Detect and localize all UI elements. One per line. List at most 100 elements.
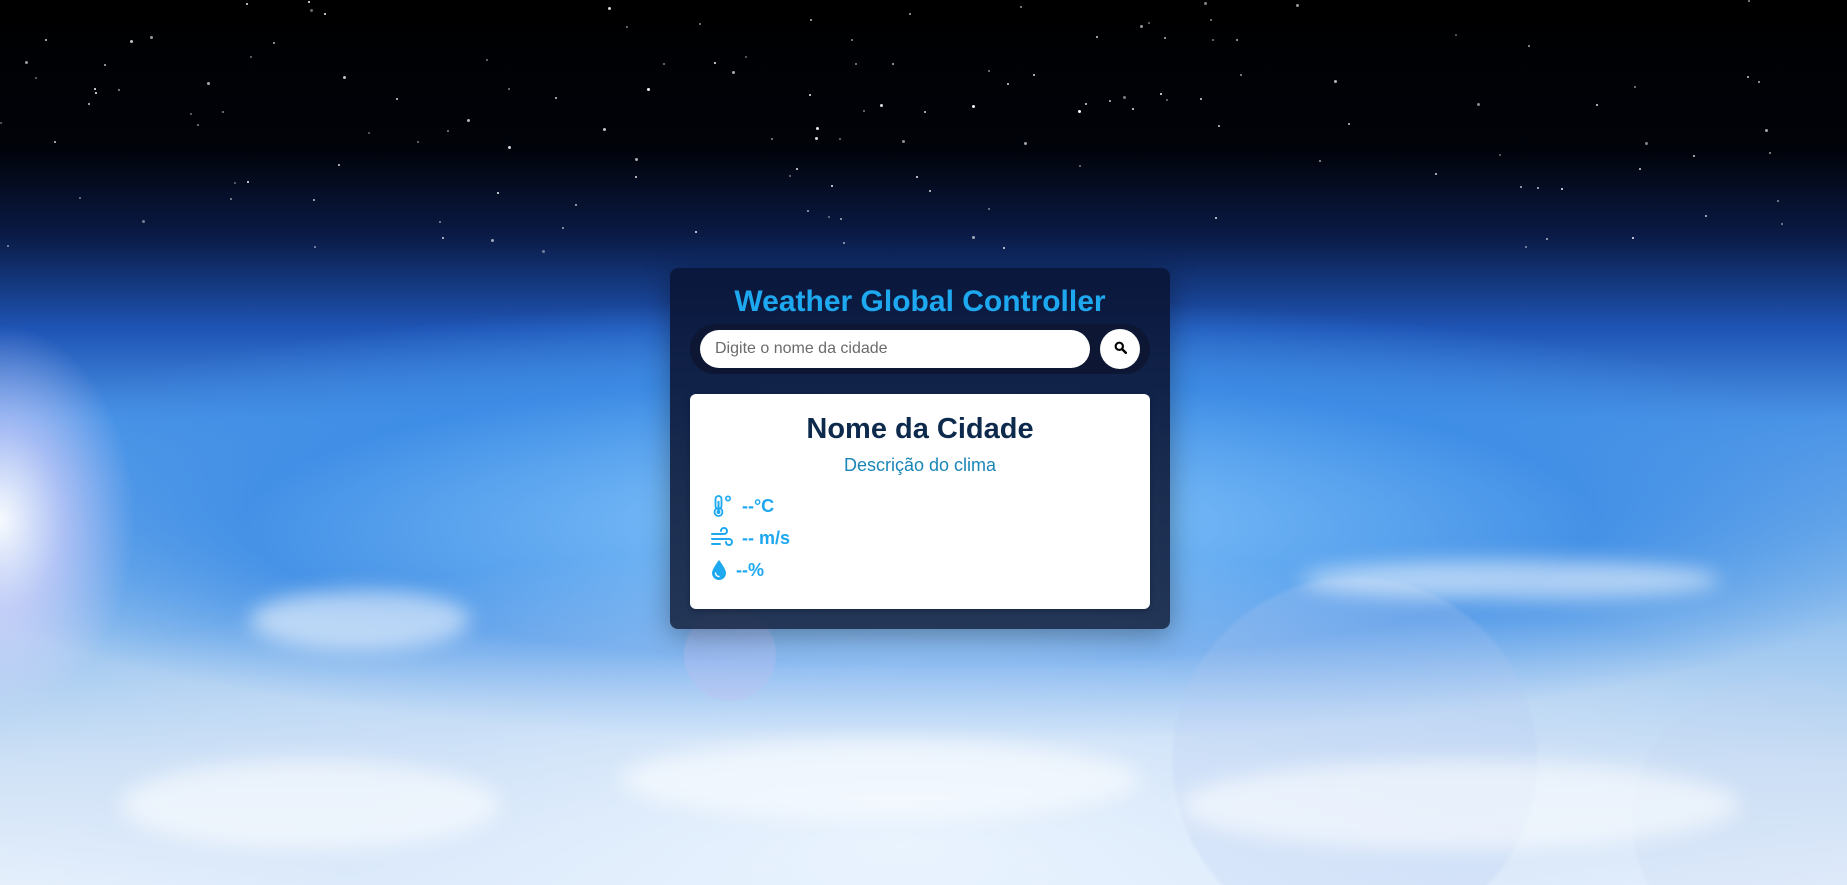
star-dot	[1645, 142, 1649, 146]
star-dot	[1638, 167, 1641, 170]
star-dot	[95, 92, 98, 95]
star-dot	[1454, 34, 1457, 37]
star-dot	[1204, 1, 1208, 5]
star-dot	[908, 13, 911, 15]
star-dot	[1200, 97, 1203, 100]
water-drop-icon	[710, 559, 728, 581]
star-dot	[1527, 44, 1530, 47]
star-dot	[929, 189, 932, 192]
star-dot	[554, 96, 557, 99]
star-dot	[310, 9, 314, 13]
star-dot	[497, 191, 500, 194]
star-dot	[1536, 186, 1539, 189]
star-dot	[446, 130, 449, 133]
star-dot	[1765, 128, 1769, 132]
star-dot	[1596, 103, 1599, 106]
star-dot	[246, 180, 249, 183]
star-dot	[312, 198, 315, 201]
star-dot	[695, 230, 698, 233]
star-dot	[35, 77, 38, 80]
star-dot	[1095, 35, 1098, 38]
star-dot	[1077, 110, 1081, 114]
star-dot	[807, 209, 810, 212]
weather-panel: Weather Global Controller Nome da Cidade…	[670, 268, 1170, 629]
star-dot	[1435, 173, 1438, 176]
star-dot	[561, 226, 564, 229]
star-dot	[338, 164, 341, 167]
star-dot	[1769, 152, 1772, 155]
star-dot	[815, 137, 819, 141]
star-dot	[988, 207, 991, 210]
cloud-decoration	[1180, 760, 1740, 850]
star-dot	[1020, 6, 1023, 9]
app-title: Weather Global Controller	[734, 285, 1106, 318]
star-dot	[395, 98, 398, 101]
city-search-input[interactable]	[700, 330, 1090, 368]
star-dot	[971, 235, 975, 239]
star-dot	[647, 87, 651, 91]
star-dot	[1560, 187, 1563, 190]
star-dot	[1746, 75, 1749, 78]
star-dot	[808, 94, 811, 97]
star-dot	[830, 184, 833, 187]
star-dot	[839, 218, 842, 221]
weather-metrics: --°C -- m/s --%	[710, 490, 1130, 586]
star-dot	[230, 198, 233, 201]
star-dot	[508, 88, 511, 91]
star-dot	[508, 146, 512, 150]
star-dot	[307, 0, 310, 3]
star-dot	[246, 3, 249, 6]
star-dot	[541, 249, 545, 253]
star-dot	[1333, 79, 1337, 83]
star-dot	[439, 221, 442, 224]
star-dot	[490, 239, 494, 243]
star-dot	[892, 62, 894, 65]
star-dot	[863, 110, 866, 113]
humidity-value: --%	[736, 559, 764, 580]
star-dot	[879, 103, 883, 107]
star-dot	[1164, 36, 1166, 39]
star-dot	[699, 22, 702, 25]
star-dot	[987, 69, 990, 72]
star-dot	[662, 62, 665, 65]
weather-description: Descrição do clima	[843, 455, 997, 475]
search-bar	[690, 324, 1150, 374]
star-dot	[485, 59, 488, 62]
star-dot	[827, 215, 830, 218]
wind-icon	[710, 526, 734, 550]
humidity-row: --%	[710, 554, 1130, 586]
star-dot	[574, 204, 577, 207]
star-dot	[810, 18, 813, 21]
star-dot	[342, 76, 346, 79]
star-dot	[714, 62, 717, 65]
star-dot	[1705, 215, 1708, 218]
star-dot	[1236, 39, 1239, 42]
star-dot	[915, 175, 918, 178]
star-dot	[1240, 73, 1243, 76]
star-dot	[625, 26, 628, 29]
star-dot	[442, 237, 445, 240]
star-dot	[207, 82, 211, 86]
star-dot	[1546, 238, 1549, 241]
star-dot	[24, 61, 28, 65]
star-dot	[1148, 21, 1151, 24]
star-dot	[603, 127, 607, 131]
star-dot	[1757, 81, 1760, 84]
star-dot	[731, 70, 735, 74]
star-dot	[1781, 223, 1784, 226]
star-dot	[1109, 100, 1112, 103]
search-button[interactable]	[1100, 329, 1140, 369]
star-dot	[466, 118, 470, 122]
wind-row: -- m/s	[710, 522, 1130, 554]
star-dot	[1218, 124, 1221, 127]
star-dot	[634, 157, 638, 161]
star-dot	[313, 246, 316, 249]
star-dot	[0, 121, 3, 124]
star-dot	[44, 38, 47, 41]
search-icon	[1114, 341, 1127, 357]
star-dot	[324, 12, 327, 15]
star-dot	[368, 131, 371, 134]
star-dot	[273, 41, 276, 44]
cloud-decoration	[120, 760, 500, 850]
star-dot	[417, 141, 420, 144]
